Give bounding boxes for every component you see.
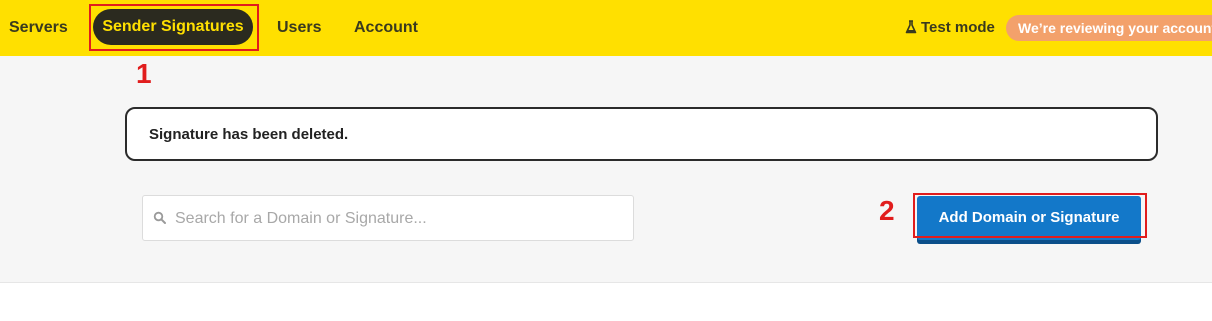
alert-banner: Signature has been deleted. [125,107,1158,161]
search-icon [153,211,166,224]
review-status-badge[interactable]: We’re reviewing your account [1006,15,1212,41]
search-field[interactable] [142,195,634,242]
highlight-box-add-button [913,193,1147,238]
nav-servers[interactable]: Servers [9,0,68,56]
search-input[interactable] [173,196,627,242]
main-content [0,56,1212,283]
test-mode-label: Test mode [921,19,995,36]
nav-account[interactable]: Account [354,0,418,56]
highlight-box-sender-signatures [89,4,259,51]
step-number-2: 2 [879,195,895,226]
flask-icon [905,20,917,34]
nav-users[interactable]: Users [277,0,321,56]
test-mode-indicator[interactable]: Test mode [905,0,995,56]
step-number-1: 1 [136,58,152,89]
alert-message: Signature has been deleted. [149,126,349,143]
